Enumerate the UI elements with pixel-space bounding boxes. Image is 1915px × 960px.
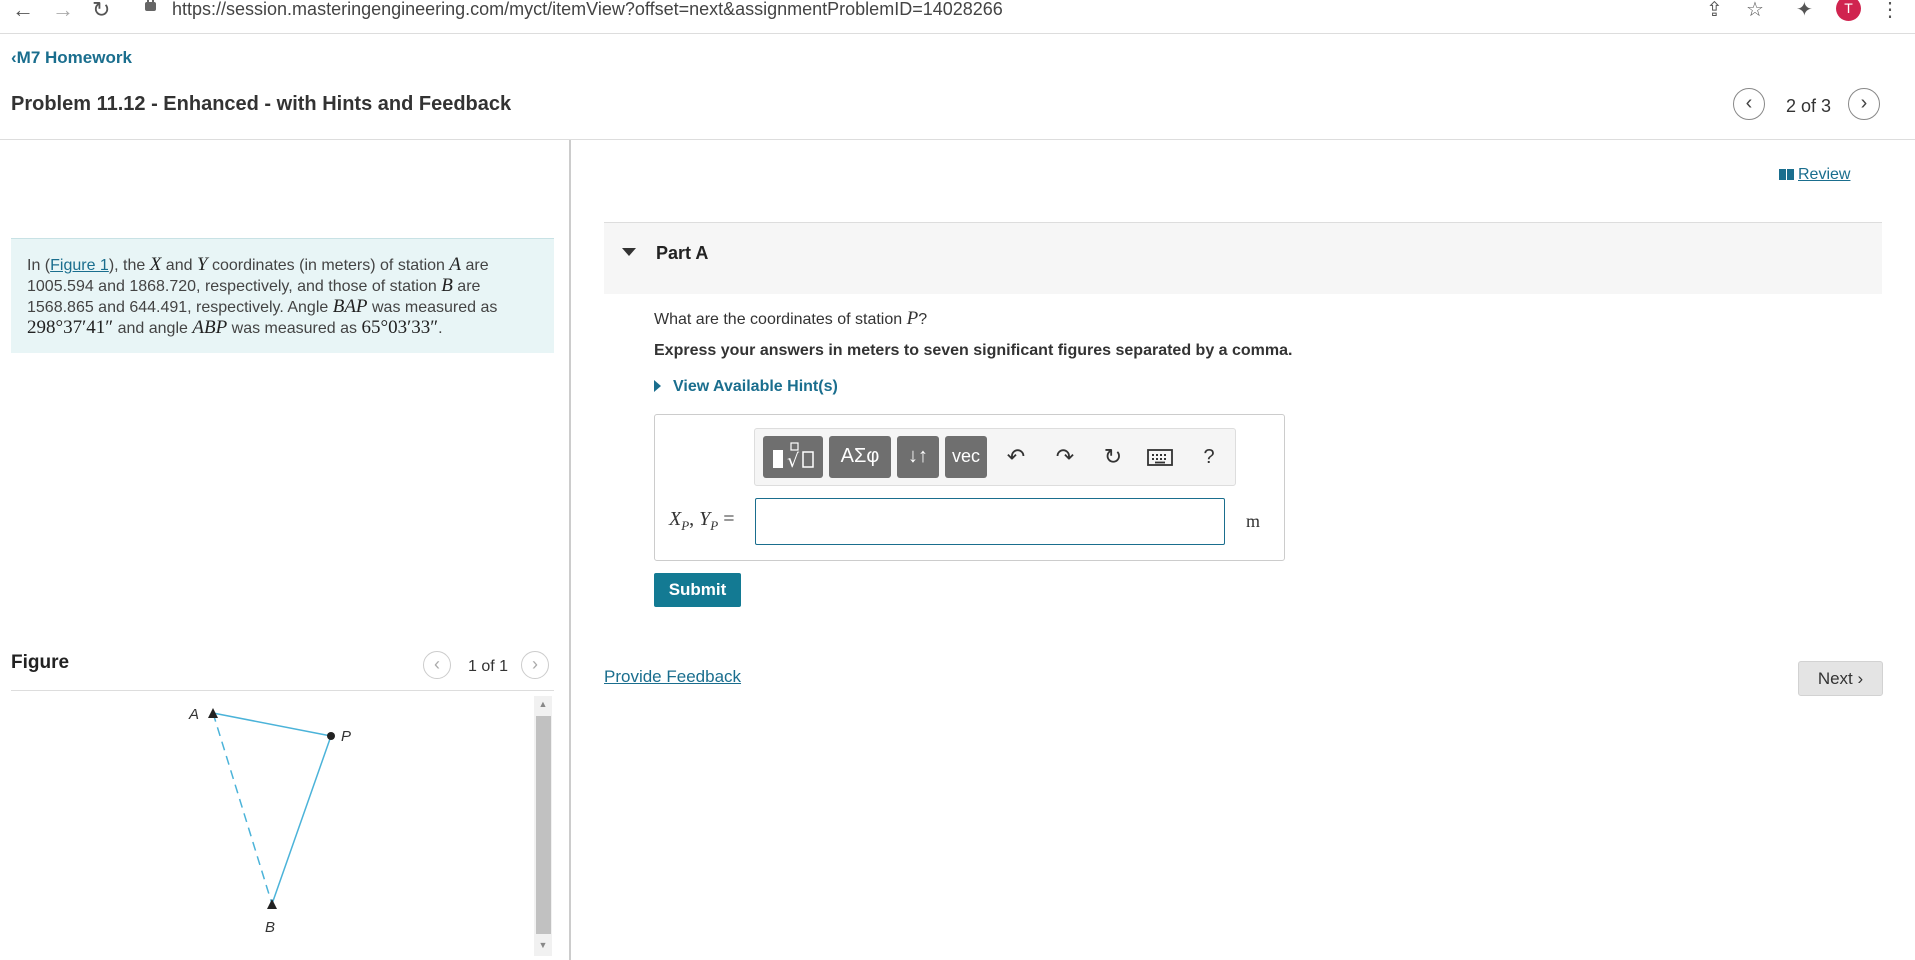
arrows-button[interactable]: ↓↑: [897, 436, 939, 478]
part-a-header[interactable]: [604, 222, 1882, 294]
keyboard-icon[interactable]: [1146, 446, 1174, 474]
reset-icon[interactable]: ↻: [1099, 444, 1127, 470]
answer-input[interactable]: [755, 498, 1225, 545]
figure-scroll-thumb[interactable]: [536, 716, 551, 934]
view-hints-toggle[interactable]: View Available Hint(s): [654, 378, 838, 396]
answer-unit: m: [1246, 511, 1261, 531]
vector-button[interactable]: vec: [945, 436, 987, 478]
scroll-up-icon[interactable]: ▲: [537, 699, 549, 709]
question-text: What are the coordinates of station P?: [654, 308, 928, 329]
greek-symbols-button[interactable]: ΑΣφ: [829, 436, 891, 478]
part-a-label: Part A: [656, 243, 709, 263]
svg-text:√: √: [787, 450, 800, 472]
chevron-right-icon: ›: [1857, 669, 1864, 688]
submit-button[interactable]: Submit: [654, 573, 741, 607]
line-ab-dashed: [212, 712, 273, 905]
answer-instruction: Express your answers in meters to seven …: [654, 342, 1293, 359]
keyboard-glyph: [1147, 449, 1173, 466]
scroll-down-icon[interactable]: ▼: [537, 940, 549, 950]
book-icon: [1779, 169, 1794, 181]
redo-icon[interactable]: ↷: [1051, 444, 1079, 470]
line-ap: [212, 712, 332, 737]
provide-feedback-link[interactable]: Provide Feedback: [604, 667, 741, 687]
label-p: P: [341, 728, 351, 745]
review-link[interactable]: Review: [1779, 166, 1850, 184]
templates-icon: √: [773, 442, 814, 472]
line-pb: [271, 735, 332, 905]
next-button[interactable]: Next ›: [1798, 661, 1883, 696]
label-a: A: [188, 706, 199, 723]
station-p-marker: [327, 732, 335, 740]
help-button[interactable]: ?: [1195, 444, 1223, 470]
templates-button[interactable]: √: [763, 436, 823, 478]
caret-down-icon[interactable]: [622, 248, 636, 256]
caret-right-icon: [654, 380, 661, 392]
undo-icon[interactable]: ↶: [1002, 444, 1030, 470]
station-b-marker: [267, 899, 277, 909]
label-b: B: [265, 919, 275, 936]
answer-variable-label: XP, YP =: [669, 508, 735, 533]
